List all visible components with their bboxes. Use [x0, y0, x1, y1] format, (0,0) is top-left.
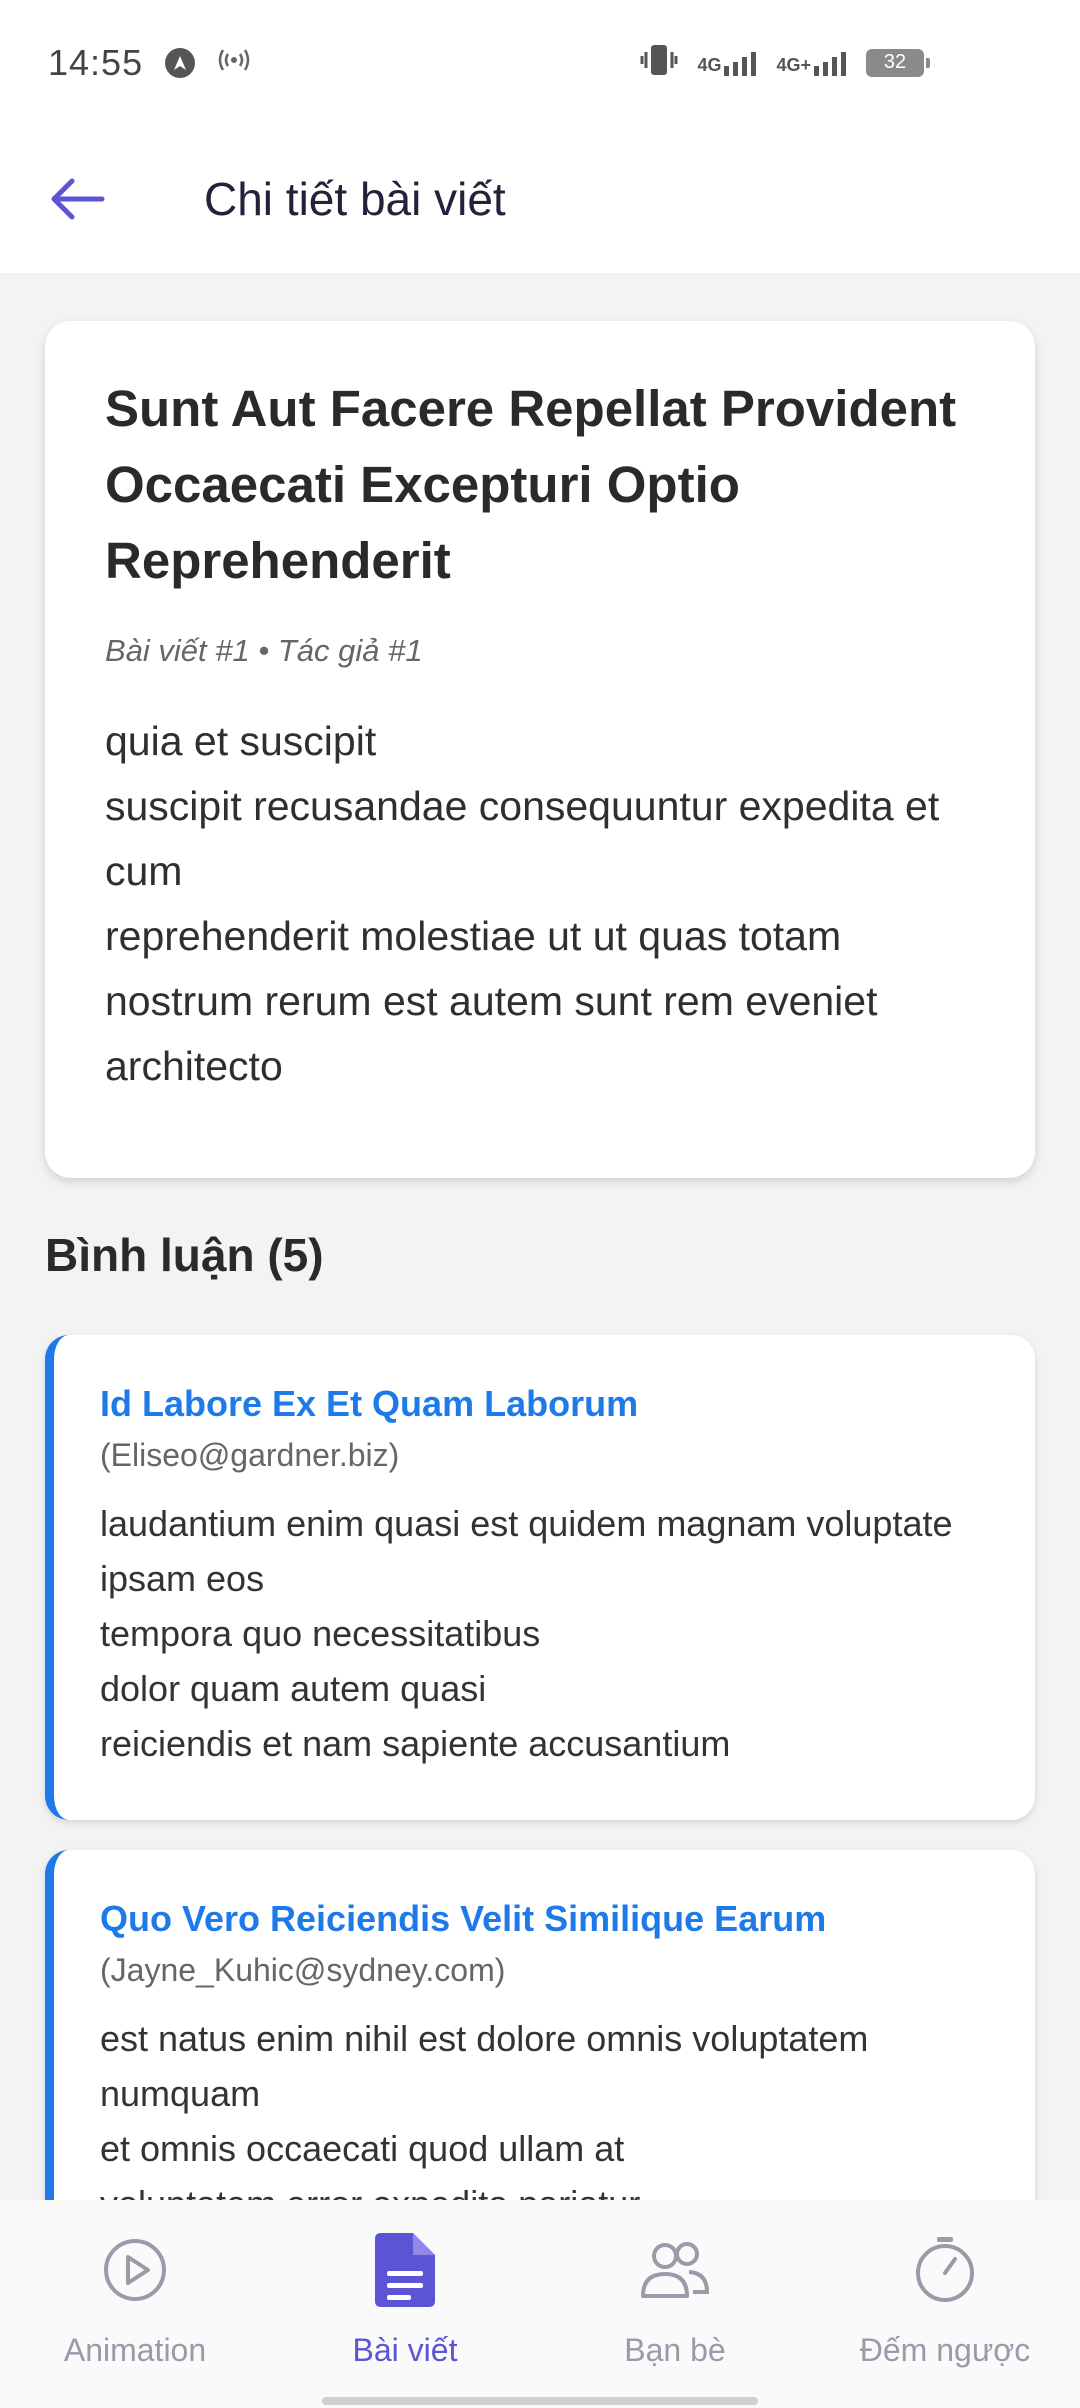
status-left: 14:55 — [48, 42, 251, 84]
post-meta: Bài viết #1 • Tác giả #1 — [105, 633, 423, 668]
page-title: Chi tiết bài viết — [204, 173, 506, 225]
arrow-left-icon — [51, 178, 105, 220]
home-indicator[interactable] — [322, 2397, 758, 2405]
comment-card: Quo Vero Reiciendis Velit Similique Earu… — [45, 1850, 1035, 2200]
battery-indicator: 32 — [866, 48, 930, 77]
comment-email: (Eliseo@gardner.biz) — [100, 1437, 400, 1473]
nav-label-friends: Bạn bè — [624, 2332, 726, 2368]
post-title: Sunt Aut Facere Repellat Provident Occae… — [105, 380, 957, 589]
nav-label-countdown: Đếm ngược — [859, 2332, 1031, 2368]
timer-icon — [907, 2232, 983, 2308]
network-type-2: 4G+ — [776, 54, 811, 75]
hotspot-icon — [217, 45, 251, 80]
content-scroll-area[interactable]: Sunt Aut Facere Repellat Provident Occae… — [0, 273, 1080, 2200]
play-circle-icon — [97, 2232, 173, 2308]
nav-item-friends[interactable]: Bạn bè — [540, 2200, 810, 2408]
nav-item-posts[interactable]: Bài viết — [270, 2200, 540, 2408]
bottom-nav: Animation Bài viết Bạn bè Đếm ngược — [0, 2200, 1080, 2408]
status-right: 4G 4G+ 32 — [639, 43, 930, 82]
comment-title: Quo Vero Reiciendis Velit Similique Earu… — [100, 1898, 827, 1939]
comment-card: Id Labore Ex Et Quam Laborum (Eliseo@gar… — [45, 1335, 1035, 1820]
status-bar: 14:55 4G 4G+ 32 — [0, 0, 1080, 125]
signal-1: 4G — [697, 50, 758, 76]
comments-heading: Bình luận (5) — [45, 1229, 324, 1281]
nav-item-countdown[interactable]: Đếm ngược — [810, 2200, 1080, 2408]
network-type-1: 4G — [697, 54, 722, 75]
comment-email: (Jayne_Kuhic@sydney.com) — [100, 1952, 506, 1988]
signal-bars-icon — [814, 51, 846, 76]
document-icon — [367, 2232, 443, 2308]
navigation-app-icon — [165, 47, 196, 78]
post-card: Sunt Aut Facere Repellat Provident Occae… — [45, 321, 1035, 1178]
comment-body: est natus enim nihil est dolore omnis vo… — [100, 2018, 869, 2200]
people-icon — [637, 2232, 713, 2308]
status-time: 14:55 — [48, 41, 144, 83]
post-body: quia et suscipit suscipit recusandae con… — [105, 718, 940, 1089]
back-button[interactable] — [38, 159, 118, 239]
comment-body: laudantium enim quasi est quidem magnam … — [100, 1503, 953, 1764]
app-bar: Chi tiết bài viết — [0, 125, 1080, 273]
comment-title: Id Labore Ex Et Quam Laborum — [100, 1383, 639, 1424]
nav-label-animation: Animation — [63, 2332, 207, 2368]
nav-item-animation[interactable]: Animation — [0, 2200, 270, 2408]
vibrate-icon — [639, 43, 679, 82]
signal-2: 4G+ — [776, 50, 848, 76]
signal-bars-icon — [724, 51, 757, 76]
nav-label-posts: Bài viết — [352, 2332, 458, 2368]
